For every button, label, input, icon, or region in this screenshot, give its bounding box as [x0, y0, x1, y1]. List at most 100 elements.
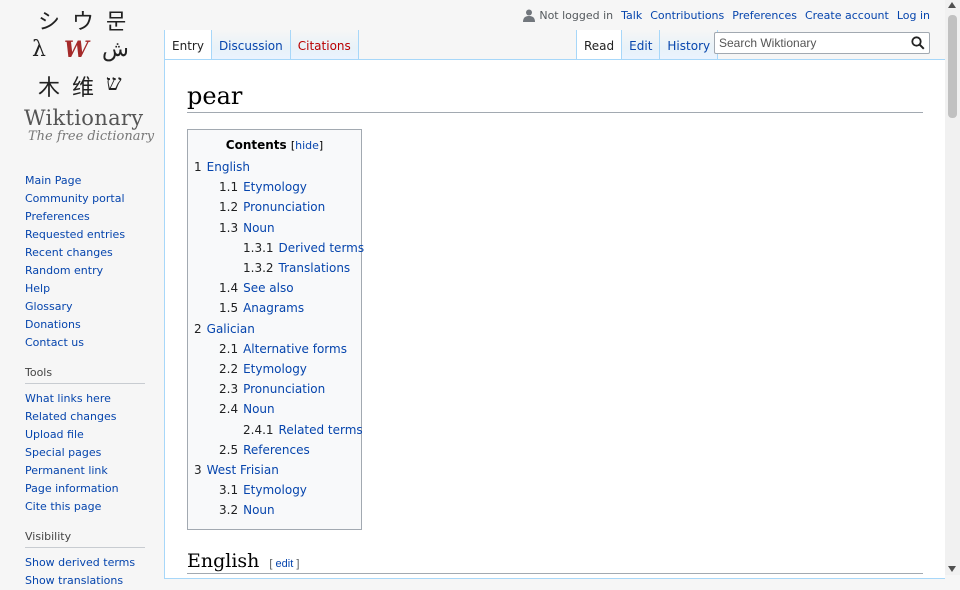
toc-label[interactable]: Etymology	[243, 483, 307, 497]
personal-tools: Not logged in Talk Contributions Prefere…	[523, 9, 930, 22]
sidebar-link[interactable]: Random entry	[25, 264, 103, 277]
sidebar-link[interactable]: Permanent link	[25, 464, 108, 477]
edit-section-link[interactable]: edit	[276, 558, 294, 570]
tab-entry-label: Entry	[172, 39, 204, 53]
toc-item[interactable]: 2.5 References	[194, 440, 355, 460]
toc-label[interactable]: Pronunciation	[243, 382, 325, 396]
toc-label[interactable]: Etymology	[243, 362, 307, 376]
toc-label[interactable]: See also	[243, 281, 293, 295]
toc-label[interactable]: Pronunciation	[243, 200, 325, 214]
search-icon[interactable]	[911, 36, 925, 50]
toc-item[interactable]: 2.4 Noun	[194, 399, 355, 419]
edit-section-wrapper: [ edit ]	[269, 558, 300, 570]
log-in-link[interactable]: Log in	[897, 9, 930, 22]
sidebar-link[interactable]: Help	[25, 282, 50, 295]
toc-label[interactable]: Alternative forms	[243, 342, 347, 356]
sidebar-link[interactable]: Special pages	[25, 446, 101, 459]
sidebar-link[interactable]: Cite this page	[25, 500, 101, 513]
sidebar-link[interactable]: Community portal	[25, 192, 125, 205]
page-scrollbar[interactable]	[945, 0, 960, 575]
toc-number: 1.3	[219, 220, 239, 235]
toc-item[interactable]: 1 English	[194, 157, 355, 177]
scrollbar-thumb[interactable]	[948, 15, 957, 118]
toc-label[interactable]: Noun	[243, 221, 275, 235]
view-tabs: Read Edit History	[576, 30, 719, 60]
toc-item[interactable]: 2 Galician	[194, 319, 355, 339]
sidebar-link[interactable]: What links here	[25, 392, 111, 405]
sidebar-link[interactable]: Recent changes	[25, 246, 113, 259]
toc-item[interactable]: 3 West Frisian	[194, 460, 355, 480]
sidebar-link[interactable]: Related changes	[25, 410, 117, 423]
toc-item[interactable]: 1.4 See also	[194, 278, 355, 298]
create-account-link[interactable]: Create account	[805, 9, 889, 22]
toc-hide-link[interactable]: hide	[295, 139, 319, 152]
logo-glyph: シ	[38, 10, 61, 35]
tab-citations-label[interactable]: Citations	[298, 39, 351, 53]
sidebar-item-community-portal: Community portal	[25, 190, 164, 208]
toc-label[interactable]: Related terms	[279, 423, 363, 437]
toc-label[interactable]: References	[243, 443, 310, 457]
sidebar-item-what-links-here: What links here	[25, 390, 164, 408]
toc-number: 2	[194, 321, 202, 336]
toc-item[interactable]: 2.1 Alternative forms	[194, 339, 355, 359]
sidebar-link[interactable]: Requested entries	[25, 228, 125, 241]
tab-discussion[interactable]: Discussion	[210, 30, 290, 60]
sidebar-link[interactable]: Upload file	[25, 428, 84, 441]
tab-history[interactable]: History	[659, 30, 719, 60]
tab-read[interactable]: Read	[576, 30, 622, 60]
toc-label[interactable]: Noun	[243, 402, 275, 416]
toc-item[interactable]: 2.4.1 Related terms	[194, 420, 363, 440]
toc-item[interactable]: 2.2 Etymology	[194, 359, 355, 379]
toc-label[interactable]: Translations	[279, 261, 351, 275]
sidebar-link[interactable]: Page information	[25, 482, 119, 495]
tab-edit-label[interactable]: Edit	[629, 39, 652, 53]
toc-item[interactable]: 3.2 Noun	[194, 500, 355, 520]
toc-label[interactable]: Derived terms	[279, 241, 365, 255]
logo-glyph: λ	[32, 37, 46, 62]
sidebar-link[interactable]: Main Page	[25, 174, 81, 187]
toc-label[interactable]: Anagrams	[243, 301, 304, 315]
scroll-up-icon[interactable]	[948, 2, 956, 8]
tab-history-label[interactable]: History	[667, 39, 710, 53]
search-input[interactable]	[719, 36, 911, 50]
toc-label[interactable]: Galician	[207, 322, 255, 336]
sidebar-link[interactable]: Show translations	[25, 574, 123, 587]
toc-item[interactable]: 1.1 Etymology	[194, 177, 355, 197]
sidebar-item-special-pages: Special pages	[25, 444, 164, 462]
toc-list: 1 English 1.1 Etymology 1.2 Pronunciation 1…	[194, 157, 364, 521]
sidebar-link[interactable]: Donations	[25, 318, 81, 331]
toc-label[interactable]: Noun	[243, 503, 275, 517]
toc-item[interactable]: 2.3 Pronunciation	[194, 379, 355, 399]
wiktionary-logo[interactable]: シ ウ 문 λ W ش 木 维 ש Wiktionary The free di…	[0, 0, 164, 160]
tab-edit[interactable]: Edit	[621, 30, 660, 60]
logo-glyph: ش	[102, 37, 129, 62]
tools-heading: Tools	[25, 366, 145, 384]
toc-number: 2.4	[219, 402, 239, 417]
logo-glyph: 维	[72, 76, 95, 101]
toc-item[interactable]: 1.3.1 Derived terms	[194, 238, 364, 258]
toc-hide-wrapper: [hide]	[290, 139, 324, 152]
toc-item[interactable]: 1.3.2 Translations	[194, 258, 355, 278]
sidebar-link[interactable]: Contact us	[25, 336, 84, 349]
toc-label[interactable]: West Frisian	[207, 463, 279, 477]
tab-entry[interactable]: Entry	[164, 30, 211, 60]
tab-discussion-label[interactable]: Discussion	[219, 39, 283, 53]
table-of-contents: Contents [hide] 1 English 1.1 Etymology 1.…	[187, 129, 364, 530]
talk-link[interactable]: Talk	[621, 9, 642, 22]
sidebar-item-recent-changes: Recent changes	[25, 244, 164, 262]
toc-item[interactable]: 1.3 Noun	[194, 218, 355, 238]
sidebar-link[interactable]: Glossary	[25, 300, 73, 313]
toc-item[interactable]: 1.2 Pronunciation	[194, 197, 355, 217]
sidebar-link[interactable]: Preferences	[25, 210, 90, 223]
toc-item[interactable]: 3.1 Etymology	[194, 480, 355, 500]
preferences-link[interactable]: Preferences	[732, 9, 797, 22]
contributions-link[interactable]: Contributions	[650, 9, 724, 22]
logo-glyph: 木	[38, 76, 61, 101]
toc-item[interactable]: 1.5 Anagrams	[194, 298, 355, 318]
sidebar-link[interactable]: Show derived terms	[25, 556, 135, 569]
sidebar-item-main-page: Main Page	[25, 172, 164, 190]
toc-label[interactable]: Etymology	[243, 180, 307, 194]
toc-label[interactable]: English	[207, 160, 250, 174]
scroll-down-icon[interactable]	[948, 566, 956, 572]
tab-citations[interactable]: Citations	[289, 30, 359, 60]
